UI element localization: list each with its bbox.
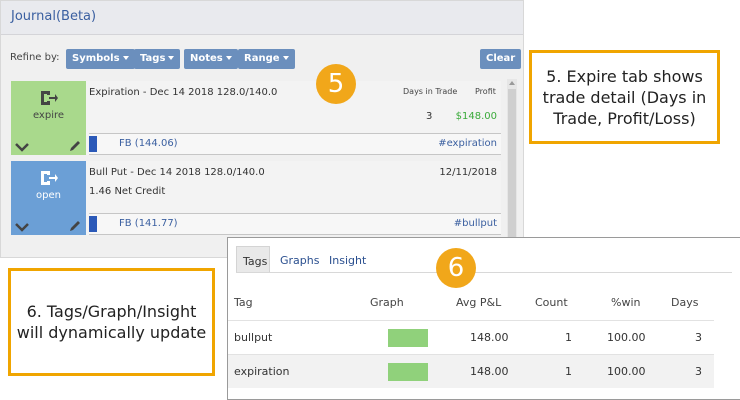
scrollbar[interactable] — [507, 79, 517, 255]
caret-down-icon — [282, 56, 289, 60]
graph-bar — [388, 363, 428, 381]
trade-symbol[interactable]: FB (141.77) — [119, 218, 178, 229]
trade-tag[interactable]: #expiration — [438, 138, 497, 149]
column-header-win: %win — [611, 296, 641, 309]
trade-title: Bull Put - Dec 14 2018 128.0/140.0 — [89, 167, 265, 178]
exit-icon — [41, 171, 58, 185]
trade-details: Bull Put - Dec 14 2018 128.0/140.0 1.46 … — [89, 161, 501, 235]
days-cell: 3 — [695, 331, 702, 344]
tags-filter-button[interactable]: Tags — [134, 49, 181, 69]
win-cell: 100.00 — [607, 365, 646, 378]
avg-pl-cell: 148.00 — [470, 365, 509, 378]
table-row[interactable]: expiration 148.00 1 100.00 3 — [228, 354, 714, 388]
count-cell: 1 — [565, 331, 572, 344]
avg-pl-cell: 148.00 — [470, 331, 509, 344]
pencil-icon[interactable] — [68, 139, 82, 153]
win-cell: 100.00 — [607, 331, 646, 344]
tags-insight-panel: Tags Graphs Insight 6 Tag Graph Avg P&L … — [227, 237, 740, 400]
notes-filter-button[interactable]: Notes — [184, 49, 238, 69]
trade-symbol[interactable]: FB (144.06) — [119, 138, 178, 149]
status-label: open — [36, 190, 61, 201]
trade-item-expire[interactable]: expire Expiration - Dec 14 2018 128.0/14… — [11, 81, 501, 155]
chevron-down-icon[interactable] — [15, 141, 29, 153]
status-badge-open: open — [11, 161, 86, 235]
trade-item-open[interactable]: open Bull Put - Dec 14 2018 128.0/140.0 … — [11, 161, 501, 235]
table-row[interactable]: bullput 148.00 1 100.00 3 — [228, 320, 714, 354]
callout-tags: 6. Tags/Graph/Insight will dynamically u… — [8, 268, 215, 376]
days-in-trade-value: 3 — [426, 111, 433, 122]
caret-down-icon — [168, 56, 175, 60]
trade-footer: FB (144.06) #expiration — [89, 133, 501, 155]
column-header-days: Days — [671, 296, 699, 309]
symbol-marker — [89, 216, 97, 232]
callout-tags-text: 6. Tags/Graph/Insight will dynamically u… — [16, 302, 207, 342]
trade-footer: FB (141.77) #bullput — [89, 213, 501, 235]
trade-date: 12/11/2018 — [439, 167, 497, 178]
pencil-icon[interactable] — [68, 219, 82, 233]
tag-cell: bullput — [234, 331, 273, 344]
step-marker-5: 5 — [316, 64, 356, 104]
step-marker-6: 6 — [436, 248, 476, 288]
column-header-avg-pl: Avg P&L — [456, 296, 502, 309]
journal-panel: Journal(Beta) Refine by: Symbols Tags No… — [0, 0, 524, 258]
tag-cell: expiration — [234, 365, 290, 378]
clear-button[interactable]: Clear — [480, 49, 522, 69]
journal-title: Journal(Beta) — [1, 1, 523, 35]
range-filter-button[interactable]: Range — [238, 49, 295, 69]
scroll-thumb[interactable] — [508, 89, 516, 239]
profit-value: $148.00 — [455, 111, 497, 122]
profit-header: Profit — [475, 87, 496, 96]
refine-label: Refine by: — [10, 52, 60, 63]
days-in-trade-header: Days in Trade — [403, 87, 458, 96]
symbols-filter-button[interactable]: Symbols — [66, 49, 135, 69]
days-cell: 3 — [695, 365, 702, 378]
caret-down-icon — [122, 56, 129, 60]
tab-divider — [236, 272, 732, 273]
caret-down-icon — [225, 56, 232, 60]
callout-expire-text: 5. Expire tab shows trade detail (Days i… — [542, 66, 707, 128]
column-header-tag: Tag — [234, 296, 253, 309]
scroll-up-icon[interactable] — [509, 81, 515, 85]
tab-graphs[interactable]: Graphs — [274, 246, 325, 273]
callout-expire: 5. Expire tab shows trade detail (Days i… — [529, 50, 720, 144]
count-cell: 1 — [565, 365, 572, 378]
chevron-down-icon[interactable] — [15, 221, 29, 233]
tab-tags[interactable]: Tags — [236, 246, 270, 273]
tab-insight[interactable]: Insight — [323, 246, 372, 273]
trade-subtitle: 1.46 Net Credit — [89, 186, 166, 197]
column-header-graph: Graph — [370, 296, 404, 309]
exit-icon — [41, 91, 58, 105]
status-label: expire — [32, 110, 65, 121]
trade-title: Expiration - Dec 14 2018 128.0/140.0 — [89, 87, 278, 98]
trade-details: Expiration - Dec 14 2018 128.0/140.0 Day… — [89, 81, 501, 155]
refine-bar: Refine by: Symbols Tags Notes Range Clea… — [10, 47, 522, 69]
graph-bar — [388, 329, 428, 347]
status-badge-expire: expire — [11, 81, 86, 155]
column-header-count: Count — [535, 296, 568, 309]
trade-tag[interactable]: #bullput — [454, 218, 497, 229]
symbol-marker — [89, 136, 97, 152]
